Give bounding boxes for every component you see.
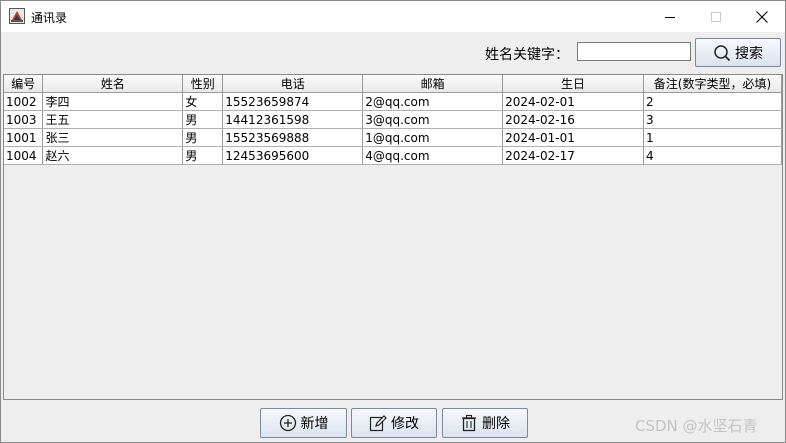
cell-id[interactable]: 1004	[4, 146, 44, 165]
search-button[interactable]: 搜索	[695, 38, 781, 67]
column-header-birthday[interactable]: 生日	[502, 75, 644, 93]
title-bar: 通讯录	[1, 1, 785, 32]
cell-name[interactable]: 赵六	[42, 146, 184, 165]
cell-email[interactable]: 1@qq.com	[362, 128, 504, 147]
cell-name[interactable]: 李四	[42, 92, 184, 111]
maximize-icon	[711, 11, 721, 22]
edit-button[interactable]: 修改	[351, 408, 437, 438]
table-header-row: 编号 姓名 性别 电话 邮箱 生日 备注(数字类型，必填)	[4, 75, 782, 93]
cell-gender[interactable]: 男	[182, 146, 224, 165]
contacts-table: 编号 姓名 性别 电话 邮箱 生日 备注(数字类型，必填) 1002 李四 女 …	[4, 75, 782, 165]
close-icon	[756, 10, 768, 23]
edit-pencil-icon	[369, 414, 387, 432]
cell-birthday[interactable]: 2024-02-17	[502, 146, 644, 165]
cell-email[interactable]: 4@qq.com	[362, 146, 504, 165]
minimize-icon	[665, 16, 675, 18]
window-title: 通讯录	[31, 11, 68, 25]
watermark: CSDN @水坚石青	[635, 417, 758, 435]
search-label: 姓名关键字：	[485, 47, 569, 63]
close-button[interactable]	[739, 1, 785, 32]
column-header-email[interactable]: 邮箱	[362, 75, 504, 93]
add-button[interactable]: 新增	[260, 408, 347, 438]
cell-id[interactable]: 1002	[4, 92, 44, 111]
edit-button-label: 修改	[391, 416, 419, 432]
maximize-button[interactable]	[693, 1, 739, 32]
cell-gender[interactable]: 男	[182, 110, 224, 129]
add-button-label: 新增	[300, 416, 329, 432]
table-row[interactable]: 1001 张三 男 15523569888 1@qq.com 2024-01-0…	[4, 128, 782, 147]
column-header-gender[interactable]: 性别	[182, 75, 224, 93]
cell-note[interactable]: 4	[643, 146, 782, 165]
cell-phone[interactable]: 12453695600	[222, 146, 364, 165]
cell-birthday[interactable]: 2024-02-01	[502, 92, 644, 111]
cell-gender[interactable]: 男	[182, 128, 224, 147]
cell-phone[interactable]: 14412361598	[222, 110, 364, 129]
minimize-button[interactable]	[647, 1, 693, 32]
cell-email[interactable]: 3@qq.com	[362, 110, 504, 129]
table-row[interactable]: 1003 王五 男 14412361598 3@qq.com 2024-02-1…	[4, 110, 782, 129]
search-icon	[713, 44, 731, 62]
cell-gender[interactable]: 女	[182, 92, 224, 111]
cell-email[interactable]: 2@qq.com	[362, 92, 504, 111]
cell-name[interactable]: 张三	[42, 128, 184, 147]
cell-id[interactable]: 1001	[4, 128, 44, 147]
cell-note[interactable]: 3	[643, 110, 782, 129]
cell-phone[interactable]: 15523659874	[222, 92, 364, 111]
column-header-note[interactable]: 备注(数字类型，必填)	[643, 75, 782, 93]
cell-birthday[interactable]: 2024-02-16	[502, 110, 644, 129]
java-app-icon	[9, 8, 25, 24]
cell-name[interactable]: 王五	[42, 110, 184, 129]
app-window: 通讯录 姓名关键字： 搜索 编号 姓名 性别 电话 邮箱 生日 备注(数字类型，…	[0, 0, 786, 443]
plus-circle-icon	[279, 414, 297, 432]
trash-icon	[460, 414, 478, 432]
cell-id[interactable]: 1003	[4, 110, 44, 129]
delete-button[interactable]: 删除	[442, 408, 528, 438]
column-header-phone[interactable]: 电话	[222, 75, 364, 93]
cell-phone[interactable]: 15523569888	[222, 128, 364, 147]
search-button-label: 搜索	[735, 45, 763, 62]
contacts-table-area[interactable]: 编号 姓名 性别 电话 邮箱 生日 备注(数字类型，必填) 1002 李四 女 …	[3, 74, 783, 400]
column-header-name[interactable]: 姓名	[42, 75, 184, 93]
delete-button-label: 删除	[482, 416, 510, 432]
search-input[interactable]	[577, 42, 691, 61]
cell-birthday[interactable]: 2024-01-01	[502, 128, 644, 147]
cell-note[interactable]: 2	[643, 92, 782, 111]
cell-note[interactable]: 1	[643, 128, 782, 147]
table-row[interactable]: 1004 赵六 男 12453695600 4@qq.com 2024-02-1…	[4, 146, 782, 165]
table-row[interactable]: 1002 李四 女 15523659874 2@qq.com 2024-02-0…	[4, 92, 782, 111]
column-header-id[interactable]: 编号	[4, 75, 44, 93]
